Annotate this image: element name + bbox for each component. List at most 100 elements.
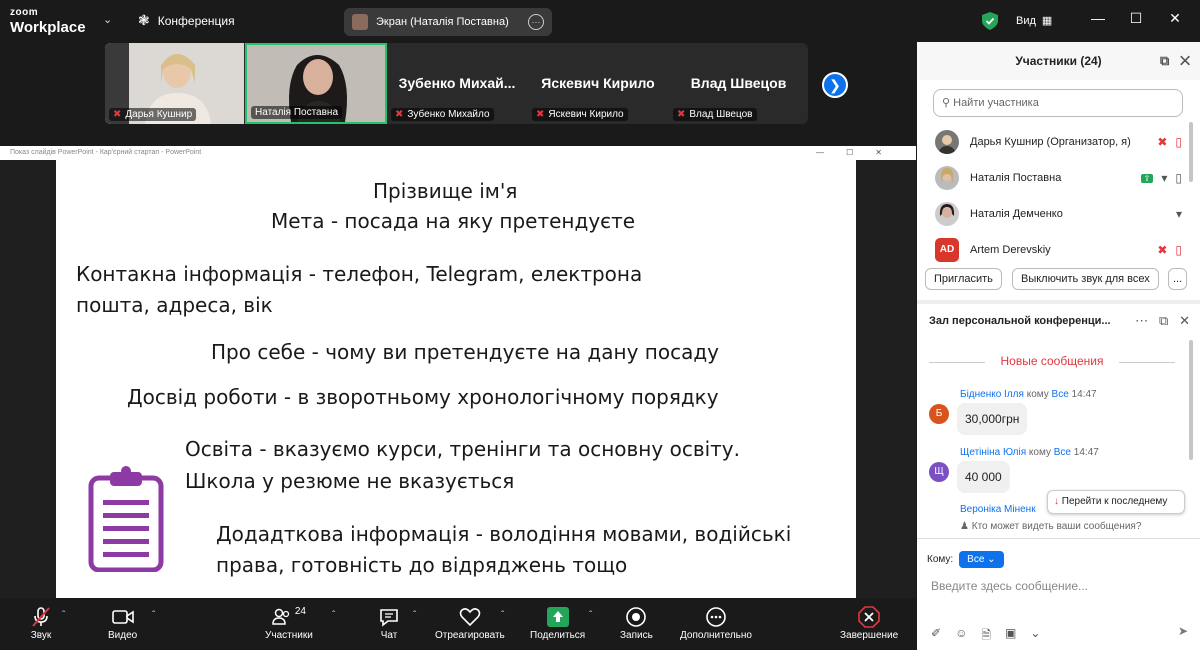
more-options-icon[interactable]: ⋯ — [528, 14, 544, 30]
minimize-icon[interactable]: — — [1088, 10, 1108, 26]
participants-header: Участники (24) ⧉ ✕ — [917, 42, 1200, 80]
pop-out-icon[interactable]: ⧉ — [1160, 53, 1169, 68]
paw-icon: ❃ — [138, 12, 150, 28]
message-sender[interactable]: Бідненко Ілля — [960, 389, 1024, 400]
close-panel-icon[interactable]: ✕ — [1180, 53, 1190, 68]
recipient-select[interactable]: Все ⌄ — [959, 551, 1004, 568]
slide-line: Освіта - вказуємо курси, тренінги та осн… — [185, 437, 740, 461]
video-tile-4[interactable]: Яскевич Кирило ✖ Яскевич Кирило — [528, 43, 668, 124]
slide-line: Додадткова інформація - володіння мовами… — [216, 522, 792, 546]
message-sender[interactable]: Щетініна Юлія — [960, 447, 1026, 458]
more-button[interactable]: Дополнительно — [680, 604, 752, 641]
participant-row[interactable]: Наталія Поставна ⇧ ▾ ▯ — [917, 160, 1200, 196]
conference-info-button[interactable]: ❃ Конференция — [138, 12, 235, 29]
chevron-down-icon[interactable]: ⌄ — [1030, 626, 1040, 647]
chat-header: Зал персональной конференци... ⋯ ⧉ ✕ — [917, 306, 1200, 336]
more-participants-options-button[interactable]: ... — [1168, 268, 1188, 290]
participants-count: 24 — [294, 605, 306, 617]
jump-to-latest-button[interactable]: ↓ Перейти к последнему — [1047, 490, 1185, 514]
search-placeholder: Найти участника — [953, 97, 1039, 109]
participants-scrollbar[interactable] — [1189, 122, 1193, 182]
participants-options-caret[interactable]: ˆ — [332, 610, 335, 621]
send-icon[interactable]: ➤ — [1178, 624, 1188, 638]
panel-divider — [917, 300, 1200, 304]
title-bar: zoom Workplace ⌄ ❃ Конференция Экран (На… — [0, 0, 1200, 42]
chat-input-divider — [917, 538, 1200, 539]
share-options-caret[interactable]: ˆ — [589, 610, 592, 621]
react-button[interactable]: Отреагировать — [435, 604, 505, 641]
chevron-down-icon[interactable]: ⌄ — [103, 13, 112, 26]
sharer-avatar — [352, 14, 368, 30]
close-icon[interactable]: ✕ — [1165, 10, 1185, 27]
video-tile-3[interactable]: Зубенко Михай... ✖ Зубенко Михайло — [387, 43, 527, 124]
video-tile-5[interactable]: Влад Швецов ✖ Влад Швецов — [669, 43, 808, 124]
participant-row[interactable]: Наталія Демченко ▾ — [917, 196, 1200, 232]
name-tag: Наталія Поставна — [251, 106, 343, 119]
screenshot-icon[interactable]: ▣ — [1005, 626, 1016, 647]
video-tile-2[interactable]: Наталія Поставна — [245, 43, 387, 124]
zoom-window: zoom Workplace ⌄ ❃ Конференция Экран (На… — [0, 0, 1200, 650]
who-can-see-link[interactable]: ♟ Кто может видеть ваши сообщения? — [960, 521, 1141, 532]
message-to-word: кому — [1028, 447, 1051, 458]
video-options-caret[interactable]: ˆ — [152, 610, 155, 621]
participant-row[interactable]: Дарья Кушнир (Организатор, я) ✖ ▯ — [917, 124, 1200, 160]
video-off-icon[interactable]: ▯ — [1175, 135, 1182, 149]
name-tag: ✖ Зубенко Михайло — [391, 108, 494, 121]
next-page-arrow-icon[interactable]: ❯ — [822, 72, 848, 98]
chat-message-input[interactable]: Введите здесь сообщение... — [931, 579, 1088, 593]
video-icon[interactable]: ▯ — [1175, 171, 1182, 185]
conference-label: Конференция — [157, 13, 235, 28]
video-tile-1[interactable]: ✖ Дарья Кушнир — [105, 43, 244, 124]
recipient-value: Все — [967, 554, 985, 565]
record-button[interactable]: Запись — [620, 604, 653, 641]
mute-all-button[interactable]: Выключить звук для всех — [1012, 268, 1159, 290]
share-label: Поделиться — [530, 630, 586, 641]
end-meeting-button[interactable]: Завершение — [840, 604, 898, 641]
slide-line: Мета - посада на яку претендуєте — [271, 209, 636, 233]
emoji-icon[interactable]: ☺ — [955, 626, 967, 647]
end-label: Завершение — [840, 630, 899, 641]
more-dots-icon[interactable]: ⋯ — [1135, 313, 1148, 328]
invite-button[interactable]: Пригласить — [925, 268, 1002, 290]
participant-search-input[interactable]: ⚲ Найти участника — [933, 89, 1183, 117]
mic-muted-icon[interactable]: ✖ — [1157, 135, 1167, 149]
chat-button[interactable]: Чат — [378, 604, 400, 641]
security-shield-icon[interactable] — [982, 12, 998, 30]
maximize-icon[interactable]: ☐ — [1126, 10, 1146, 27]
mic-icon[interactable]: ▾ — [1176, 207, 1182, 221]
participant-row[interactable]: AD Artem Derevskiy ✖ ▯ — [917, 232, 1200, 268]
more-dots-icon — [705, 604, 727, 630]
react-options-caret[interactable]: ˆ — [501, 610, 504, 621]
screen-share-indicator[interactable]: Экран (Наталія Поставна) ⋯ — [344, 8, 552, 36]
zoom-logo: zoom Workplace — [10, 8, 86, 36]
audio-options-caret[interactable]: ˆ — [62, 610, 65, 621]
tile-name: Наталія Поставна — [255, 107, 339, 118]
shared-window-title: Показ слайдів PowerPoint - Кар'єрний ста… — [10, 149, 202, 156]
video-off-icon[interactable]: ▯ — [1175, 243, 1182, 257]
close-chat-icon[interactable]: ✕ — [1179, 313, 1190, 328]
mic-muted-icon — [30, 604, 52, 630]
message-to-word: кому — [1026, 389, 1049, 400]
name-tag: ✖ Дарья Кушнир — [109, 108, 197, 121]
mic-icon[interactable]: ▾ — [1161, 171, 1167, 185]
meeting-toolbar: Звук ˆ Видео ˆ 24 Участники ˆ Чат ˆ Отре… — [0, 598, 916, 650]
message-sender[interactable]: Вероніка Міненк — [960, 504, 1036, 515]
format-text-icon[interactable]: ✐ — [931, 626, 941, 647]
message-time: 14:47 — [1071, 389, 1097, 400]
chat-scrollbar[interactable] — [1189, 340, 1193, 460]
chat-options-caret[interactable]: ˆ — [413, 610, 416, 621]
video-label: Видео — [108, 630, 138, 641]
mic-muted-icon[interactable]: ✖ — [1157, 243, 1167, 257]
participants-button[interactable]: 24 Участники — [265, 604, 313, 642]
share-screen-button[interactable]: Поделиться — [530, 604, 585, 641]
file-icon[interactable]: 🗎 — [981, 626, 991, 647]
video-button[interactable]: Видео — [108, 604, 137, 641]
message-recipient: Все — [1053, 447, 1071, 458]
pop-out-icon[interactable]: ⧉ — [1159, 313, 1168, 328]
mic-muted-icon: ✖ — [113, 109, 122, 120]
audio-button[interactable]: Звук — [30, 604, 52, 641]
view-button[interactable]: Вид ▦ — [1016, 14, 1052, 28]
tile-display-name: Зубенко Михай... — [398, 75, 516, 91]
who-can-see-label: Кто может видеть ваши сообщения? — [971, 521, 1142, 532]
logo-line-2: Workplace — [10, 19, 86, 36]
